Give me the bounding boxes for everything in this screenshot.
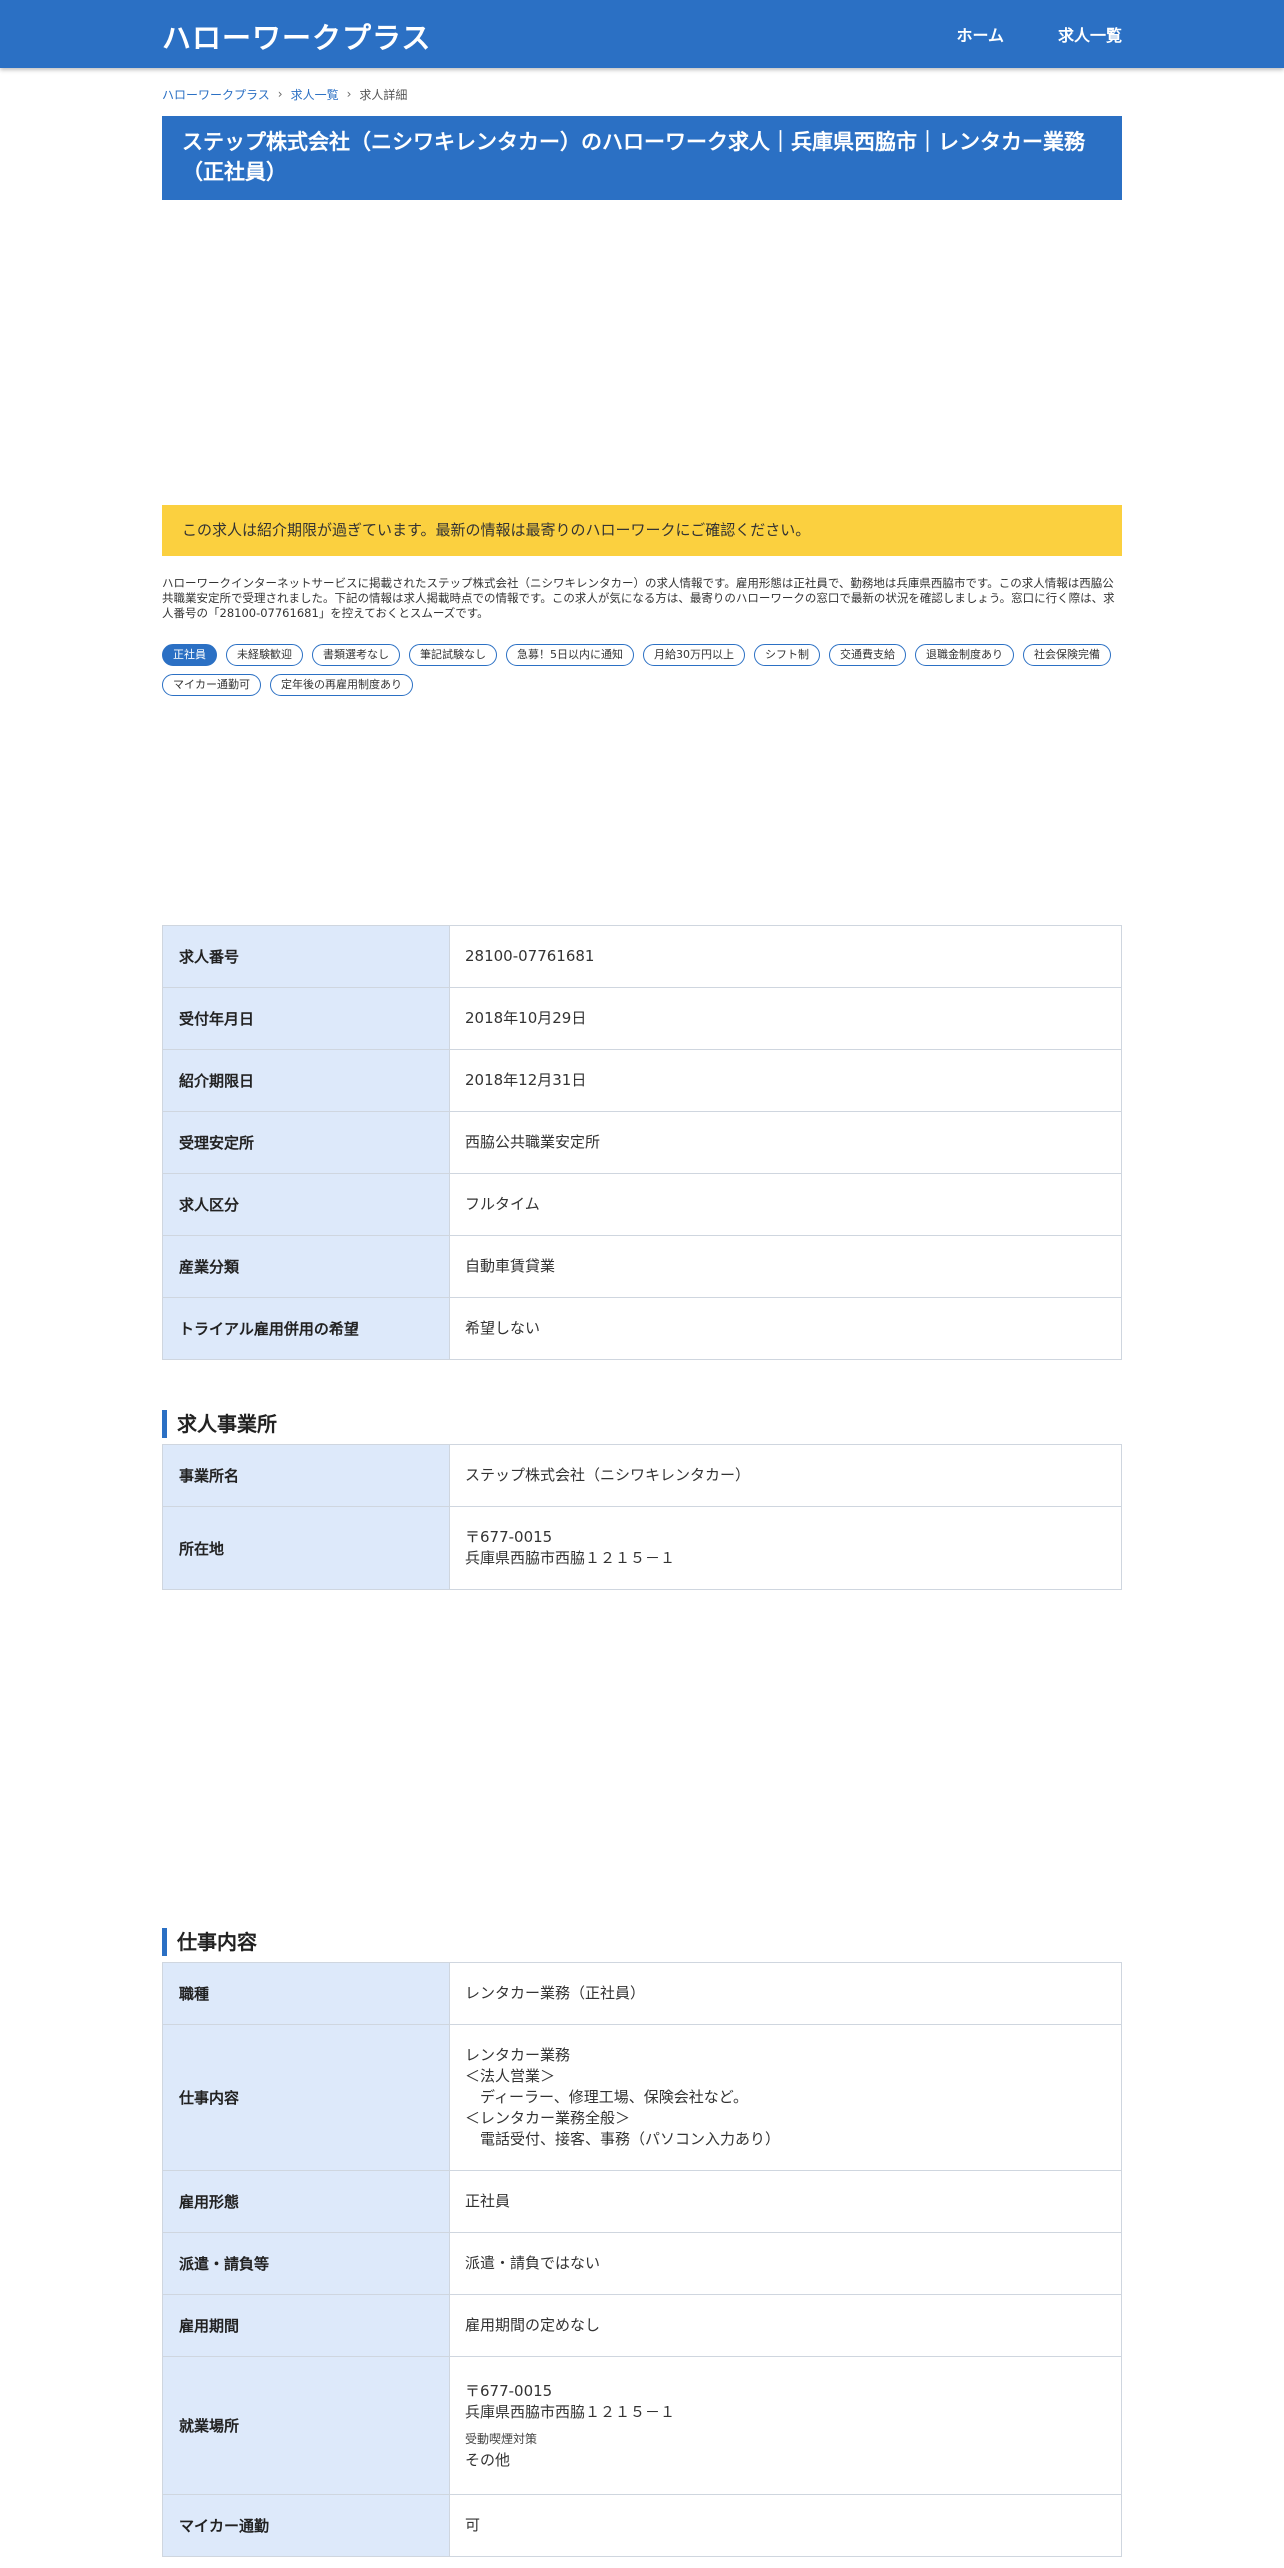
tag-item: 急募！5日以内に通知 — [506, 644, 634, 666]
row-label: 紹介期限日 — [162, 1049, 450, 1112]
breadcrumb: ハローワークプラス › 求人一覧 › 求人詳細 — [162, 86, 1122, 102]
table-row: 雇用期間 雇用期間の定めなし — [162, 2294, 1122, 2357]
table-row: マイカー通勤 可 — [162, 2494, 1122, 2557]
breadcrumb-current: 求人詳細 — [359, 87, 408, 102]
tag-item: シフト制 — [754, 644, 820, 666]
row-value: レンタカー業務（正社員） — [449, 1962, 1122, 2025]
table-row: 就業場所 〒677-0015 兵庫県西脇市西脇１２１５－１ 受動喫煙対策 その他 — [162, 2356, 1122, 2495]
breadcrumb-home[interactable]: ハローワークプラス — [162, 86, 270, 103]
row-value: 正社員 — [449, 2170, 1122, 2233]
row-value: フルタイム — [449, 1173, 1122, 1236]
table-row: 紹介期限日 2018年12月31日 — [162, 1049, 1122, 1112]
row-label: 職種 — [162, 1962, 450, 2025]
content-line: ＜レンタカー業務全般＞ — [465, 2109, 631, 2127]
breadcrumb-job-list[interactable]: 求人一覧 — [291, 86, 339, 103]
row-value: レンタカー業務 ＜法人営業＞ ディーラー、修理工場、保険会社など。 ＜レンタカー… — [449, 2024, 1122, 2171]
row-value: 可 — [449, 2494, 1122, 2557]
table-row: 受理安定所 西脇公共職業安定所 — [162, 1111, 1122, 1174]
main-content: ハローワークプラス › 求人一覧 › 求人詳細 ステップ株式会社（ニシワキレンタ… — [162, 68, 1122, 2557]
row-value: 希望しない — [449, 1297, 1122, 1360]
address: 兵庫県西脇市西脇１２１５－１ — [465, 2402, 676, 2421]
content-line: 電話受付、接客、事務（パソコン入力あり） — [465, 2130, 781, 2148]
row-label: 就業場所 — [162, 2356, 450, 2495]
row-value: 2018年12月31日 — [449, 1049, 1122, 1112]
ad-placeholder — [162, 200, 1122, 505]
table-row: 産業分類 自動車賃貸業 — [162, 1235, 1122, 1298]
table-row: 仕事内容 レンタカー業務 ＜法人営業＞ ディーラー、修理工場、保険会社など。 ＜… — [162, 2024, 1122, 2171]
tag-item: 書類選考なし — [312, 644, 400, 666]
tag-item: 月給30万円以上 — [643, 644, 745, 666]
row-label: 仕事内容 — [162, 2024, 450, 2171]
table-row: 雇用形態 正社員 — [162, 2170, 1122, 2233]
header-nav: ホーム 求人一覧 — [956, 22, 1122, 46]
tag-item: 社会保険完備 — [1023, 644, 1111, 666]
row-label: 受付年月日 — [162, 987, 450, 1050]
nav-job-list-link[interactable]: 求人一覧 — [1058, 22, 1122, 46]
basic-info-table: 求人番号 28100-07761681 受付年月日 2018年10月29日 紹介… — [162, 925, 1122, 1360]
tag-item: 退職金制度あり — [915, 644, 1014, 666]
job-info-table: 職種 レンタカー業務（正社員） 仕事内容 レンタカー業務 ＜法人営業＞ ディーラ… — [162, 1962, 1122, 2557]
chevron-right-icon: › — [277, 87, 283, 101]
expired-notice: この求人は紹介期限が過ぎています。最新の情報は最寄りのハローワークにご確認くださ… — [162, 505, 1122, 556]
row-label: 雇用期間 — [162, 2294, 450, 2357]
tag-item: マイカー通勤可 — [162, 674, 261, 696]
row-label: 事業所名 — [162, 1444, 450, 1507]
table-row: 求人番号 28100-07761681 — [162, 925, 1122, 988]
office-info-table: 事業所名 ステップ株式会社（ニシワキレンタカー） 所在地 〒677-0015 兵… — [162, 1444, 1122, 1590]
table-row: 所在地 〒677-0015 兵庫県西脇市西脇１２１５－１ — [162, 1506, 1122, 1590]
postal-code: 〒677-0015 — [465, 1528, 553, 1546]
row-value: 自動車賃貸業 — [449, 1235, 1122, 1298]
tag-item: 筆記試験なし — [409, 644, 497, 666]
table-row: 受付年月日 2018年10月29日 — [162, 987, 1122, 1050]
tag-item: 定年後の再雇用制度あり — [270, 674, 413, 696]
page-title: ステップ株式会社（ニシワキレンタカー）のハローワーク求人｜兵庫県西脇市｜レンタカ… — [162, 116, 1122, 200]
table-row: 職種 レンタカー業務（正社員） — [162, 1962, 1122, 2025]
section-title-job: 仕事内容 — [162, 1928, 1122, 1956]
site-logo[interactable]: ハローワークプラス — [162, 15, 431, 57]
row-label: トライアル雇用併用の希望 — [162, 1297, 450, 1360]
ad-placeholder — [162, 696, 1122, 925]
row-value: 2018年10月29日 — [449, 987, 1122, 1050]
row-value: 28100-07761681 — [449, 925, 1122, 988]
row-value: 派遣・請負ではない — [449, 2232, 1122, 2295]
intro-text: ハローワークインターネットサービスに掲載されたステップ株式会社（ニシワキレンタカ… — [162, 576, 1115, 620]
postal-code: 〒677-0015 — [465, 2381, 553, 2400]
row-value: ステップ株式会社（ニシワキレンタカー） — [449, 1444, 1122, 1507]
row-label: 求人区分 — [162, 1173, 450, 1236]
smoking-policy-value: その他 — [465, 2450, 511, 2469]
smoking-policy-label: 受動喫煙対策 — [465, 2431, 538, 2446]
ad-placeholder — [162, 1590, 1122, 1928]
section-title-office: 求人事業所 — [162, 1410, 1122, 1438]
row-value: 西脇公共職業安定所 — [449, 1111, 1122, 1174]
tag-item: 交通費支給 — [829, 644, 906, 666]
tag-item: 正社員 — [162, 644, 217, 666]
row-value: 〒677-0015 兵庫県西脇市西脇１２１５－１ — [449, 1506, 1122, 1590]
table-row: トライアル雇用併用の希望 希望しない — [162, 1297, 1122, 1360]
address: 兵庫県西脇市西脇１２１５－１ — [465, 1549, 676, 1567]
site-header: ハローワークプラス ホーム 求人一覧 — [0, 0, 1284, 68]
row-value: 雇用期間の定めなし — [449, 2294, 1122, 2357]
row-label: 求人番号 — [162, 925, 450, 988]
nav-home-link[interactable]: ホーム — [956, 22, 1004, 46]
row-value: 〒677-0015 兵庫県西脇市西脇１２１５－１ 受動喫煙対策 その他 — [449, 2356, 1122, 2495]
table-row: 求人区分 フルタイム — [162, 1173, 1122, 1236]
feature-tags: 正社員 未経験歓迎 書類選考なし 筆記試験なし 急募！5日以内に通知 月給30万… — [162, 644, 1122, 696]
row-label: 産業分類 — [162, 1235, 450, 1298]
row-label: 受理安定所 — [162, 1111, 450, 1174]
table-row: 派遣・請負等 派遣・請負ではない — [162, 2232, 1122, 2295]
tag-item: 未経験歓迎 — [226, 644, 303, 666]
content-line: ＜法人営業＞ — [465, 2067, 556, 2085]
chevron-right-icon: › — [346, 87, 352, 101]
row-label: 雇用形態 — [162, 2170, 450, 2233]
content-line: ディーラー、修理工場、保険会社など。 — [465, 2088, 749, 2106]
row-label: 派遣・請負等 — [162, 2232, 450, 2295]
content-line: レンタカー業務 — [465, 2046, 571, 2064]
row-label: マイカー通勤 — [162, 2494, 450, 2557]
row-label: 所在地 — [162, 1506, 450, 1590]
table-row: 事業所名 ステップ株式会社（ニシワキレンタカー） — [162, 1444, 1122, 1507]
